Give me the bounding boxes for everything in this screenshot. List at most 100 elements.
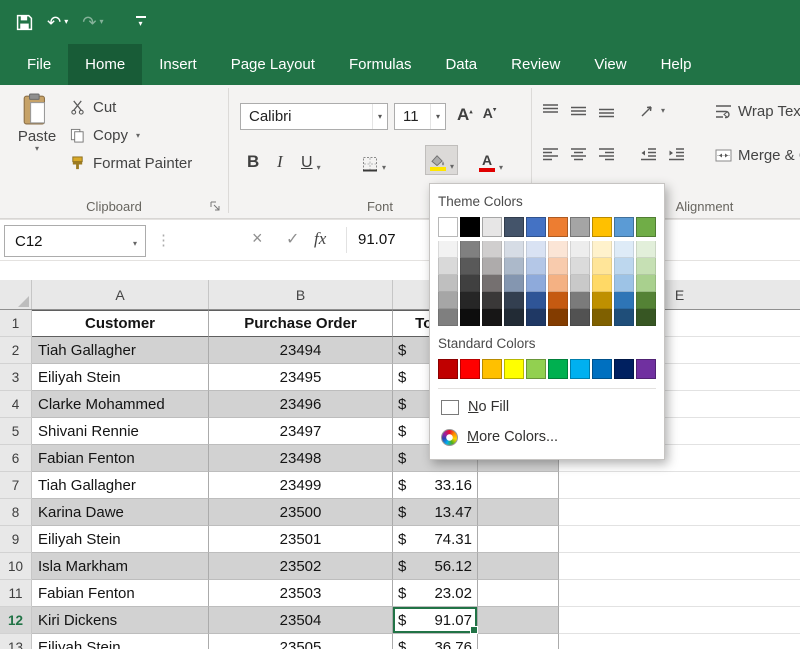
cell-a13[interactable]: Eiliyah Stein xyxy=(32,634,209,649)
font-name-combo[interactable]: Calibri ▾ xyxy=(240,103,388,130)
cell-a12[interactable]: Kiri Dickens xyxy=(32,607,209,634)
cell-a1[interactable]: Customer xyxy=(32,310,209,337)
decrease-indent-icon[interactable] xyxy=(640,147,657,162)
increase-indent-icon[interactable] xyxy=(668,147,685,162)
align-left-icon[interactable] xyxy=(542,147,559,162)
select-all-corner[interactable] xyxy=(0,280,32,309)
theme-color-variant-swatch[interactable] xyxy=(614,275,634,292)
cell-b13[interactable]: 23505 xyxy=(209,634,393,649)
cell-c8[interactable]: $13.47 xyxy=(393,499,478,526)
standard-color-swatch[interactable] xyxy=(482,359,502,379)
theme-color-variant-swatch[interactable] xyxy=(548,309,568,326)
borders-caret-icon[interactable]: ▾ xyxy=(382,164,386,172)
row-header[interactable]: 7 xyxy=(0,472,32,499)
theme-color-swatch[interactable] xyxy=(548,217,568,237)
format-painter-button[interactable]: Format Painter xyxy=(70,155,192,172)
tab-file[interactable]: File xyxy=(10,44,68,85)
row-header[interactable]: 4 xyxy=(0,391,32,418)
theme-color-variant-swatch[interactable] xyxy=(460,258,480,275)
insert-function-icon[interactable]: fx xyxy=(314,229,326,249)
merge-center-button[interactable]: Merge & Center xyxy=(715,147,800,164)
paste-caret-icon[interactable]: ▾ xyxy=(35,145,39,153)
undo-caret-icon[interactable]: ▾ xyxy=(64,18,68,26)
theme-color-variant-swatch[interactable] xyxy=(460,241,480,258)
cell-e10[interactable] xyxy=(559,553,800,580)
theme-color-variant-swatch[interactable] xyxy=(526,309,546,326)
orientation-button[interactable]: ▾ xyxy=(640,103,665,118)
cell-c12[interactable]: $91.07 xyxy=(393,607,478,634)
row-header[interactable]: 2 xyxy=(0,337,32,364)
cell-b3[interactable]: 23495 xyxy=(209,364,393,391)
bold-button[interactable]: B xyxy=(247,145,259,175)
increase-font-size-button[interactable]: A▴ xyxy=(457,105,473,125)
theme-color-variant-swatch[interactable] xyxy=(636,241,656,258)
tab-view[interactable]: View xyxy=(577,44,643,85)
row-header[interactable]: 3 xyxy=(0,364,32,391)
align-middle-icon[interactable] xyxy=(570,103,587,118)
confirm-entry-icon[interactable]: ✓ xyxy=(286,229,299,249)
standard-color-swatch[interactable] xyxy=(504,359,524,379)
theme-color-variant-swatch[interactable] xyxy=(570,309,590,326)
formula-input[interactable]: 91.07 xyxy=(358,231,396,248)
standard-color-swatch[interactable] xyxy=(548,359,568,379)
cell-c10[interactable]: $56.12 xyxy=(393,553,478,580)
theme-color-swatch[interactable] xyxy=(438,217,458,237)
cell-e12[interactable] xyxy=(559,607,800,634)
standard-color-swatch[interactable] xyxy=(636,359,656,379)
cell-c13[interactable]: $36.76 xyxy=(393,634,478,649)
theme-color-swatch[interactable] xyxy=(504,217,524,237)
font-color-caret-icon[interactable]: ▾ xyxy=(499,164,503,172)
cell-c9[interactable]: $74.31 xyxy=(393,526,478,553)
standard-color-swatch[interactable] xyxy=(438,359,458,379)
cell-b6[interactable]: 23498 xyxy=(209,445,393,472)
font-size-caret-icon[interactable]: ▾ xyxy=(436,113,440,121)
borders-button[interactable]: ▾ xyxy=(362,145,386,175)
theme-color-variant-swatch[interactable] xyxy=(504,275,524,292)
theme-color-variant-swatch[interactable] xyxy=(460,275,480,292)
theme-color-variant-swatch[interactable] xyxy=(482,241,502,258)
no-fill-item[interactable]: No Fill xyxy=(438,392,656,422)
cell-c11[interactable]: $23.02 xyxy=(393,580,478,607)
cell-a9[interactable]: Eiliyah Stein xyxy=(32,526,209,553)
tab-home[interactable]: Home xyxy=(68,44,142,85)
standard-color-swatch[interactable] xyxy=(460,359,480,379)
name-box-caret-icon[interactable]: ▾ xyxy=(133,239,137,248)
cell-e8[interactable] xyxy=(559,499,800,526)
tab-formulas[interactable]: Formulas xyxy=(332,44,429,85)
theme-color-swatch[interactable] xyxy=(614,217,634,237)
theme-color-variant-swatch[interactable] xyxy=(482,275,502,292)
theme-color-variant-swatch[interactable] xyxy=(636,275,656,292)
cell-a8[interactable]: Karina Dawe xyxy=(32,499,209,526)
theme-color-variant-swatch[interactable] xyxy=(526,258,546,275)
more-colors-item[interactable]: More Colors... xyxy=(438,422,656,452)
cell-d7[interactable] xyxy=(478,472,559,499)
theme-color-variant-swatch[interactable] xyxy=(438,275,458,292)
theme-color-variant-swatch[interactable] xyxy=(636,292,656,309)
row-header[interactable]: 6 xyxy=(0,445,32,472)
copy-caret-icon[interactable]: ▾ xyxy=(136,132,140,140)
font-color-button[interactable]: A ▾ xyxy=(479,145,503,175)
column-header-b[interactable]: B xyxy=(209,280,393,309)
theme-color-variant-swatch[interactable] xyxy=(504,241,524,258)
standard-color-swatch[interactable] xyxy=(592,359,612,379)
cell-a2[interactable]: Tiah Gallagher xyxy=(32,337,209,364)
cell-b5[interactable]: 23497 xyxy=(209,418,393,445)
tab-insert[interactable]: Insert xyxy=(142,44,214,85)
font-name-caret-icon[interactable]: ▾ xyxy=(378,113,382,121)
theme-color-variant-swatch[interactable] xyxy=(504,258,524,275)
theme-color-swatch[interactable] xyxy=(592,217,612,237)
standard-color-swatch[interactable] xyxy=(570,359,590,379)
cell-c7[interactable]: $33.16 xyxy=(393,472,478,499)
cancel-entry-icon[interactable]: × xyxy=(252,228,263,249)
align-center-icon[interactable] xyxy=(570,147,587,162)
cut-button[interactable]: Cut xyxy=(70,99,192,116)
fill-color-caret-icon[interactable]: ▾ xyxy=(450,163,454,171)
row-header[interactable]: 9 xyxy=(0,526,32,553)
decrease-font-size-button[interactable]: A▾ xyxy=(483,105,497,123)
tab-page-layout[interactable]: Page Layout xyxy=(214,44,332,85)
theme-color-variant-swatch[interactable] xyxy=(548,258,568,275)
standard-color-swatch[interactable] xyxy=(526,359,546,379)
theme-color-variant-swatch[interactable] xyxy=(482,309,502,326)
cell-b8[interactable]: 23500 xyxy=(209,499,393,526)
theme-color-variant-swatch[interactable] xyxy=(460,309,480,326)
